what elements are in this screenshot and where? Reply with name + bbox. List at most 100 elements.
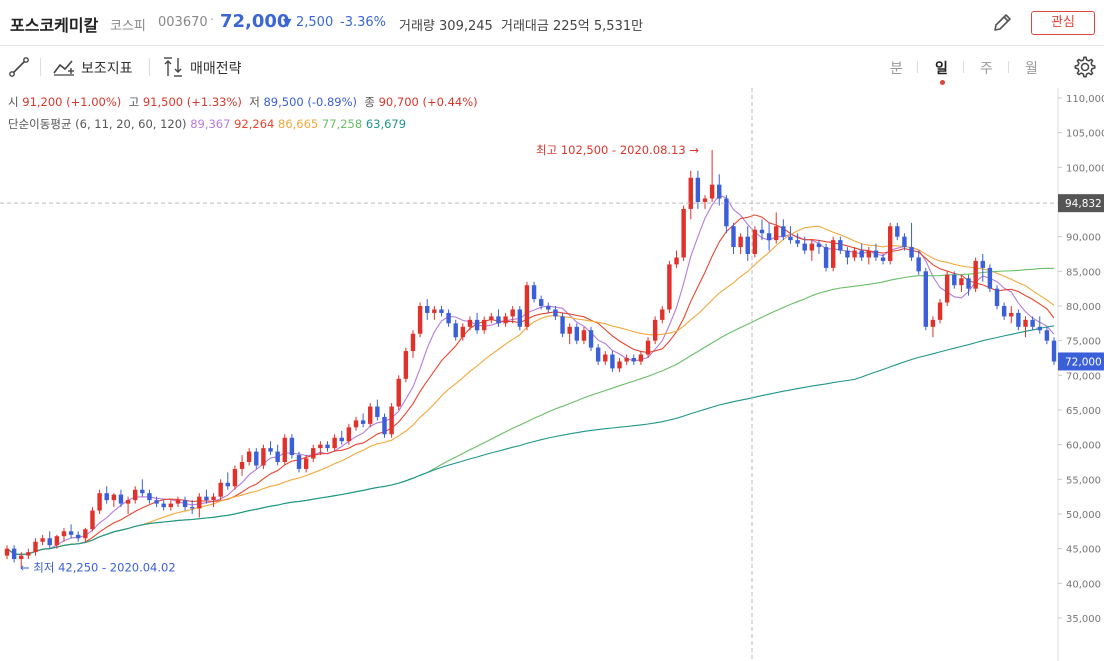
period-day-tab[interactable]: 일 <box>935 58 948 78</box>
candle <box>311 444 316 462</box>
candle-body <box>332 437 337 449</box>
candle <box>887 222 893 265</box>
candle <box>809 240 815 261</box>
price-change: 2,500 <box>296 15 334 30</box>
candle <box>218 479 223 501</box>
period-week-tab[interactable]: 주 <box>980 58 993 78</box>
candle-body <box>823 247 829 268</box>
candle-body <box>111 494 117 501</box>
candle-body <box>517 309 523 327</box>
candle <box>553 306 558 320</box>
period-minute-tab[interactable]: 분 <box>890 58 903 78</box>
candle <box>531 281 537 303</box>
candle <box>766 222 772 251</box>
candle <box>197 493 202 518</box>
stock-name: 포스코케미칼 <box>10 16 99 35</box>
price-axis: 35,000 40,000 45,000 50,000 55,000 60,000 65,0… <box>1057 88 1104 661</box>
candle <box>731 222 736 254</box>
pencil-icon[interactable] <box>990 12 1014 34</box>
candle-body <box>189 507 195 509</box>
candle <box>603 351 608 365</box>
candle <box>923 267 929 331</box>
candle <box>752 226 758 258</box>
stock-code: 003670 <box>158 15 208 30</box>
indicator-button[interactable]: 보조지표 <box>81 58 133 78</box>
candle-body <box>645 340 651 355</box>
candle <box>738 233 743 254</box>
volume-info: 거래량 309,245 <box>399 15 493 34</box>
candle-body <box>289 437 295 456</box>
candle <box>417 302 423 338</box>
y-tick-label: 75,000 <box>1066 337 1101 348</box>
candle <box>175 496 181 508</box>
candle-body <box>453 323 458 338</box>
candle-body <box>311 448 316 459</box>
indicator-icon[interactable] <box>52 57 76 77</box>
candle <box>489 312 494 324</box>
candle <box>702 195 708 209</box>
candle <box>140 479 145 497</box>
candle-body <box>439 309 444 313</box>
candle-body <box>353 420 359 428</box>
candle-body <box>916 257 921 272</box>
candle-body <box>318 444 323 449</box>
period-divider <box>1008 61 1009 73</box>
amount-value: 225억 5,531만 <box>552 19 644 34</box>
candle <box>446 309 451 327</box>
candle-body <box>225 482 231 487</box>
candle <box>432 306 437 320</box>
favorite-button[interactable]: 관심 <box>1031 11 1095 35</box>
candle <box>396 375 401 410</box>
candle <box>866 247 872 265</box>
candle <box>161 500 166 511</box>
candle <box>97 489 102 514</box>
candle <box>254 448 259 469</box>
candle <box>895 222 900 241</box>
y-tick-label: 55,000 <box>1066 475 1101 486</box>
candle-body <box>396 378 401 407</box>
candle-body <box>410 333 416 352</box>
candle-body <box>766 233 772 241</box>
gear-icon[interactable] <box>1073 55 1097 79</box>
candle-body <box>745 236 750 254</box>
candle-body <box>339 437 344 442</box>
toolbar-divider <box>149 58 150 76</box>
candle-body <box>895 226 900 237</box>
stock-header: 포스코케미칼 코스피 003670 · 72,000 ▼ 2,500 -3.36… <box>0 0 1104 46</box>
candle <box>68 524 74 539</box>
y-tick-label: 45,000 <box>1066 545 1101 556</box>
candle <box>774 212 779 244</box>
candle <box>560 312 565 338</box>
candle-body <box>752 229 758 254</box>
candle <box>624 354 629 365</box>
crosshair-price-label: 94,832 <box>1065 198 1102 210</box>
y-tick-label: 70,000 <box>1066 371 1101 382</box>
candle-body <box>140 489 145 494</box>
down-arrow-icon: ▼ <box>283 16 292 29</box>
candle-body <box>403 351 409 379</box>
max-price-annotation: 최고 102,500 - 2020.08.13 → <box>536 143 699 157</box>
candle <box>973 257 978 293</box>
candle-body <box>617 361 622 369</box>
candle <box>325 441 330 452</box>
toolbar-divider <box>40 58 41 76</box>
candle <box>410 330 416 358</box>
candle-body <box>731 226 736 248</box>
candle <box>425 299 430 320</box>
candle-body <box>830 240 836 268</box>
current-price: 72,000 <box>220 11 290 32</box>
candle <box>937 299 943 324</box>
candle-body <box>702 198 708 202</box>
candlestick-chart[interactable]: 35,000 40,000 45,000 50,000 55,000 60,000 65,0… <box>0 88 1104 661</box>
candle <box>246 448 252 466</box>
candle-body <box>873 250 879 258</box>
candle-body <box>474 319 480 331</box>
period-month-tab[interactable]: 월 <box>1025 58 1038 78</box>
line-draw-icon[interactable] <box>8 56 30 78</box>
strategy-button[interactable]: 매매전략 <box>190 58 242 78</box>
candle <box>830 236 836 272</box>
candle-body <box>638 354 644 362</box>
candle-body <box>275 451 280 462</box>
strategy-icon[interactable] <box>161 57 185 77</box>
header-separator: · <box>210 13 215 28</box>
